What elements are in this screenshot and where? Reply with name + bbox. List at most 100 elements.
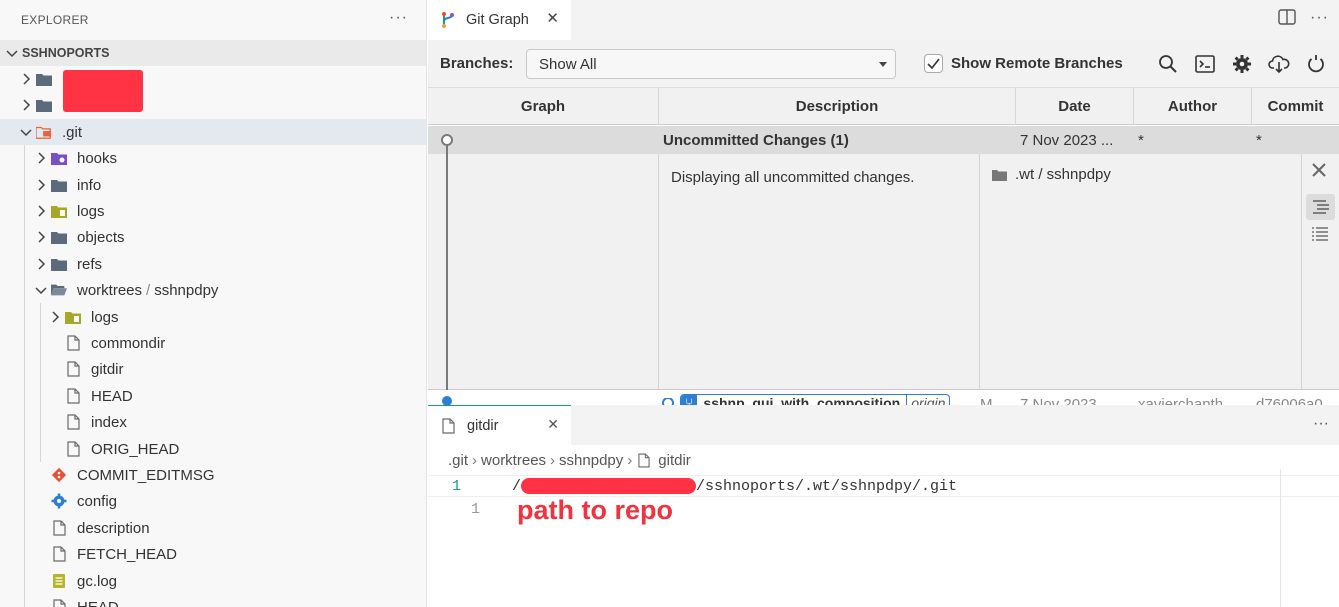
column-header-graph[interactable]: Graph	[428, 88, 659, 125]
folder-icon	[992, 169, 1007, 181]
more-actions-icon[interactable]: ···	[1310, 9, 1329, 30]
tree-item-file[interactable]: gitdir	[0, 356, 426, 382]
tree-item-folder[interactable]: refs	[0, 251, 426, 277]
uncommitted-changes-row[interactable]: Uncommitted Changes (1) 7 Nov 2023 ... *…	[428, 126, 1339, 154]
file-icon	[51, 546, 67, 562]
breadcrumb-item[interactable]: .git	[448, 452, 468, 469]
tree-item-label: HEAD	[91, 387, 133, 405]
chevron-down-icon	[33, 282, 49, 298]
chevron-right-icon	[33, 229, 49, 245]
git-graph-toolbar	[1157, 53, 1327, 75]
breadcrumb-item[interactable]: sshnpdpy	[559, 452, 623, 469]
tree-item-folder[interactable]: worktrees / sshnpdpy	[0, 277, 426, 303]
tree-item-label: info	[77, 176, 102, 194]
checkmark-icon	[927, 58, 940, 69]
breadcrumb-item[interactable]: worktrees	[481, 452, 546, 469]
tree-item-label-suffix: sshnpdpy	[154, 281, 219, 299]
close-icon[interactable]: ✕	[546, 9, 559, 27]
commit-author: xavierchanth	[1138, 396, 1224, 405]
tree-item-label: refs	[77, 255, 103, 273]
editor-ruler	[1280, 469, 1281, 607]
tree-item-file[interactable]: COMMIT_EDITMSG	[0, 462, 426, 488]
tree-item-folder[interactable]: info	[0, 172, 426, 198]
tree-item-file[interactable]: config	[0, 488, 426, 514]
column-header-author[interactable]: Author	[1134, 88, 1252, 125]
tree-item-label: logs	[91, 308, 119, 326]
code-line[interactable]: 1 / /sshnoports/.wt/sshnpdpy/.git	[428, 475, 1339, 497]
tree-item-folder[interactable]: logs	[0, 198, 426, 224]
tree-view-icon[interactable]	[1306, 194, 1335, 220]
tree-item-label: gitdir	[91, 360, 124, 378]
tree-item-file[interactable]: gc.log	[0, 568, 426, 594]
branch-label[interactable]: ⑂ sshnp_gui_with_composition origin	[680, 394, 951, 405]
commit-node-branch	[662, 398, 674, 405]
chevron-right-icon: ›	[472, 451, 478, 469]
cloud-download-icon[interactable]	[1268, 53, 1290, 75]
tree-item-file[interactable]: HEAD	[0, 594, 426, 607]
tree-item-file[interactable]: index	[0, 409, 426, 435]
tree-item-file[interactable]: commondir	[0, 330, 426, 356]
tree-item-file[interactable]: description	[0, 515, 426, 541]
folder-icon	[51, 177, 67, 193]
show-remote-branches-label: Show Remote Branches	[951, 55, 1123, 72]
breadcrumb-item[interactable]: gitdir	[658, 452, 691, 469]
tree-item-git-folder[interactable]: .git	[0, 119, 426, 145]
tree-item-folder[interactable]: objects	[0, 224, 426, 250]
tree-item-label: COMMIT_EDITMSG	[77, 466, 215, 484]
list-view-icon[interactable]	[1311, 226, 1329, 242]
workspace-section-header[interactable]: SSHNOPORTS	[0, 40, 426, 66]
close-icon[interactable]: ✕	[547, 416, 559, 433]
line-number: 1	[452, 478, 462, 495]
file-icon	[638, 452, 650, 468]
file-icon	[65, 414, 81, 430]
chevron-right-icon	[33, 150, 49, 166]
split-editor-icon[interactable]	[1278, 9, 1296, 30]
commit-row[interactable]: ⑂ sshnp_gui_with_composition origin M...…	[428, 390, 1339, 405]
tab-gitdir[interactable]: gitdir ✕	[428, 405, 571, 445]
editor-actions: ···	[1278, 9, 1329, 30]
column-header-description[interactable]: Description	[659, 88, 1016, 125]
refresh-icon[interactable]	[1305, 53, 1327, 75]
tab-git-graph[interactable]: Git Graph ✕	[428, 0, 571, 40]
branches-dropdown[interactable]: Show All	[526, 49, 896, 79]
column-header-commit[interactable]: Commit	[1252, 88, 1339, 125]
terminal-icon[interactable]	[1194, 53, 1216, 75]
folder-icon	[51, 256, 67, 272]
chevron-right-icon	[18, 71, 34, 87]
hooks-folder-icon	[51, 150, 67, 166]
breadcrumb: .git › worktrees › sshnpdpy › gitdir	[428, 445, 1339, 475]
logs-folder-icon	[51, 203, 67, 219]
branch-icon: ⑂	[681, 395, 698, 405]
tree-item-file[interactable]: FETCH_HEAD	[0, 541, 426, 567]
tree-item-label: .git	[62, 123, 83, 141]
file-icon	[65, 388, 81, 404]
folder-icon	[51, 229, 67, 245]
tab-title: Git Graph	[466, 12, 529, 28]
more-actions-icon[interactable]: ···	[1313, 415, 1329, 433]
gear-icon[interactable]	[1231, 53, 1253, 75]
column-header-date[interactable]: Date	[1016, 88, 1134, 125]
show-remote-branches-checkbox[interactable]	[924, 54, 943, 73]
tree-item-folder[interactable]: logs	[0, 304, 426, 330]
explorer-header: EXPLORER ···	[0, 0, 426, 40]
remote-name: origin	[906, 395, 949, 405]
file-icon	[65, 441, 81, 457]
tree-item-label: objects	[77, 228, 125, 246]
tree-item-folder[interactable]: hooks	[0, 145, 426, 171]
tree-item-file[interactable]: ORIG_HEAD	[0, 436, 426, 462]
details-actions	[1302, 154, 1339, 390]
git-graph-panel: Git Graph ✕ ··· Branches: Show All Show …	[428, 0, 1339, 405]
more-actions-icon[interactable]: ···	[389, 9, 408, 27]
search-icon[interactable]	[1157, 53, 1179, 75]
tree-item-label: gc.log	[77, 572, 118, 590]
tree-item-file[interactable]: HEAD	[0, 383, 426, 409]
chevron-right-icon	[18, 97, 34, 113]
tree-item-label: hooks	[77, 149, 118, 167]
chevron-right-icon: ›	[550, 451, 556, 469]
git-graph-tabbar: Git Graph ✕ ···	[428, 0, 1339, 40]
gear-icon	[51, 493, 67, 509]
close-icon[interactable]	[1311, 162, 1327, 178]
changed-file-item[interactable]: .wt / sshnpdpy	[992, 166, 1111, 183]
text-editor-panel: gitdir ✕ ··· .git › worktrees › sshnpdpy…	[428, 405, 1339, 607]
redaction-mark	[63, 70, 143, 112]
